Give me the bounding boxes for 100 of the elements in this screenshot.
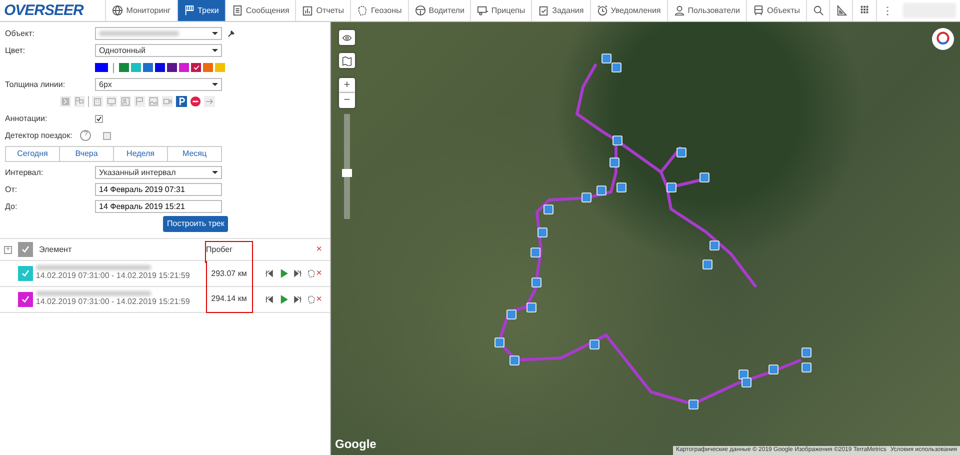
video-layer-toggle[interactable] [162,96,173,107]
nav-tab[interactable]: Отчеты [295,0,350,21]
document-icon [232,5,243,16]
nav-tab[interactable]: Геозоны [350,0,408,21]
skip-back-icon[interactable] [265,269,274,278]
delete-button[interactable]: × [316,266,326,281]
monitor-layer-toggle[interactable] [106,96,117,107]
color-swatch[interactable] [131,63,141,72]
chart-icon [302,5,314,16]
visibility-button[interactable] [339,30,355,45]
track-period: 14.02.2019 07:31:00 - 14.02.2019 15:21:59 [36,270,191,282]
color-swatch[interactable] [203,63,213,72]
map-layers-button[interactable] [339,53,355,68]
field-label: Детектор поездок: [5,130,72,142]
from-date-field[interactable]: 14 Февраль 2019 07:31 [95,183,222,196]
track-checkbox[interactable] [18,292,33,307]
grid-icon[interactable] [858,5,870,16]
color-swatch[interactable] [143,63,153,72]
range-button[interactable]: Месяц [168,146,222,162]
skip-back-icon[interactable] [265,295,274,304]
nav-tab[interactable]: Сообщения [224,0,296,21]
zoom-slider-thumb[interactable] [342,169,352,177]
globe-icon [112,5,124,16]
clipboard-icon [538,5,550,16]
steering-wheel-icon [414,5,426,16]
column-header: Элемент [39,244,73,256]
nav-tab[interactable]: Треки [176,0,225,21]
field-label: Толщина линии: [5,78,66,90]
select-all-checkbox[interactable] [18,242,33,257]
nav-tab[interactable]: Пользователи [666,0,746,21]
track-mileage: 294.14 км [210,293,248,305]
zoom-slider-track[interactable] [344,114,350,219]
zoom-in-button[interactable]: + [339,78,355,93]
range-button[interactable]: Неделя [114,146,168,162]
play-icon[interactable] [279,269,288,278]
checkmark-icon [20,269,30,278]
track-period: 14.02.2019 07:31:00 - 14.02.2019 15:21:59 [36,296,191,308]
checkmark-icon [20,295,30,304]
color-swatch[interactable] [119,63,129,72]
building-layer-toggle[interactable] [92,96,103,107]
checkmark-icon [21,245,30,254]
build-track-button[interactable]: Построить трек [163,216,228,232]
track-checkbox[interactable] [18,266,33,281]
alarm-clock-icon [596,5,608,16]
field-label: Аннотации: [5,112,48,124]
overseer-logo[interactable]: OVERSEER [4,2,84,19]
delete-button[interactable]: × [316,292,326,307]
wrench-icon [227,29,236,38]
checkmark-icon [96,116,102,122]
nav-tab[interactable]: Уведомления [590,0,667,21]
delete-all-button[interactable]: × [316,242,326,257]
image-layer-toggle[interactable] [148,96,159,107]
polygon-icon [356,5,368,16]
nav-tab[interactable]: Водители [408,0,470,21]
skip-forward-icon[interactable] [293,269,302,278]
interval-select[interactable]: Указанный интервал [95,166,222,179]
search-icon[interactable] [812,5,824,16]
object-select[interactable] [95,27,222,40]
google-logo: Google [335,436,376,453]
flag-layer-toggle[interactable] [134,96,145,107]
line-width-select[interactable]: 6px [95,78,222,91]
label-layer-toggle[interactable] [60,96,71,107]
to-date-field[interactable]: 14 Февраль 2019 15:21 [95,200,222,213]
polygon-icon[interactable] [307,269,316,278]
color-swatch[interactable] [155,63,165,72]
person-card-layer-toggle[interactable] [120,96,131,107]
nav-tab[interactable]: Объекты [746,0,806,21]
field-label: Объект: [5,28,36,40]
color-swatch[interactable] [179,63,189,72]
user-icon [674,5,685,16]
flag-icon [184,5,195,16]
annotations-checkbox[interactable] [95,114,103,122]
play-icon[interactable] [279,295,288,304]
column-header: Пробег [206,244,233,256]
polygon-icon[interactable] [307,295,316,304]
field-label: До: [5,200,18,212]
parking-layer-toggle[interactable] [176,96,187,107]
nav-tab[interactable]: Задания [531,0,590,21]
arrow-layer-toggle[interactable] [204,96,215,107]
trip-detector-checkbox[interactable] [103,132,112,140]
current-color-swatch[interactable] [95,63,108,72]
range-button[interactable]: Вчера [60,146,114,162]
color-swatch[interactable] [167,63,177,72]
color-swatch[interactable] [191,63,201,72]
ruler-icon[interactable] [836,5,847,16]
zoom-out-button[interactable]: − [339,93,355,108]
track-mileage: 293.07 км [210,268,248,280]
nav-tab[interactable]: Прицепы [470,0,532,21]
range-button[interactable]: Сегодня [5,146,60,162]
eye-icon [342,32,352,42]
field-label: Интервал: [5,166,44,178]
bus-icon [752,5,764,16]
color-swatch[interactable] [215,63,225,72]
stop-sign-layer-toggle[interactable] [190,96,201,107]
map-icon [342,56,352,66]
field-label: Цвет: [5,44,26,56]
trailer-icon [477,5,488,16]
flags-layer-toggle[interactable] [74,96,85,107]
color-mode-select[interactable]: Однотонный [95,44,222,57]
skip-forward-icon[interactable] [293,295,302,304]
